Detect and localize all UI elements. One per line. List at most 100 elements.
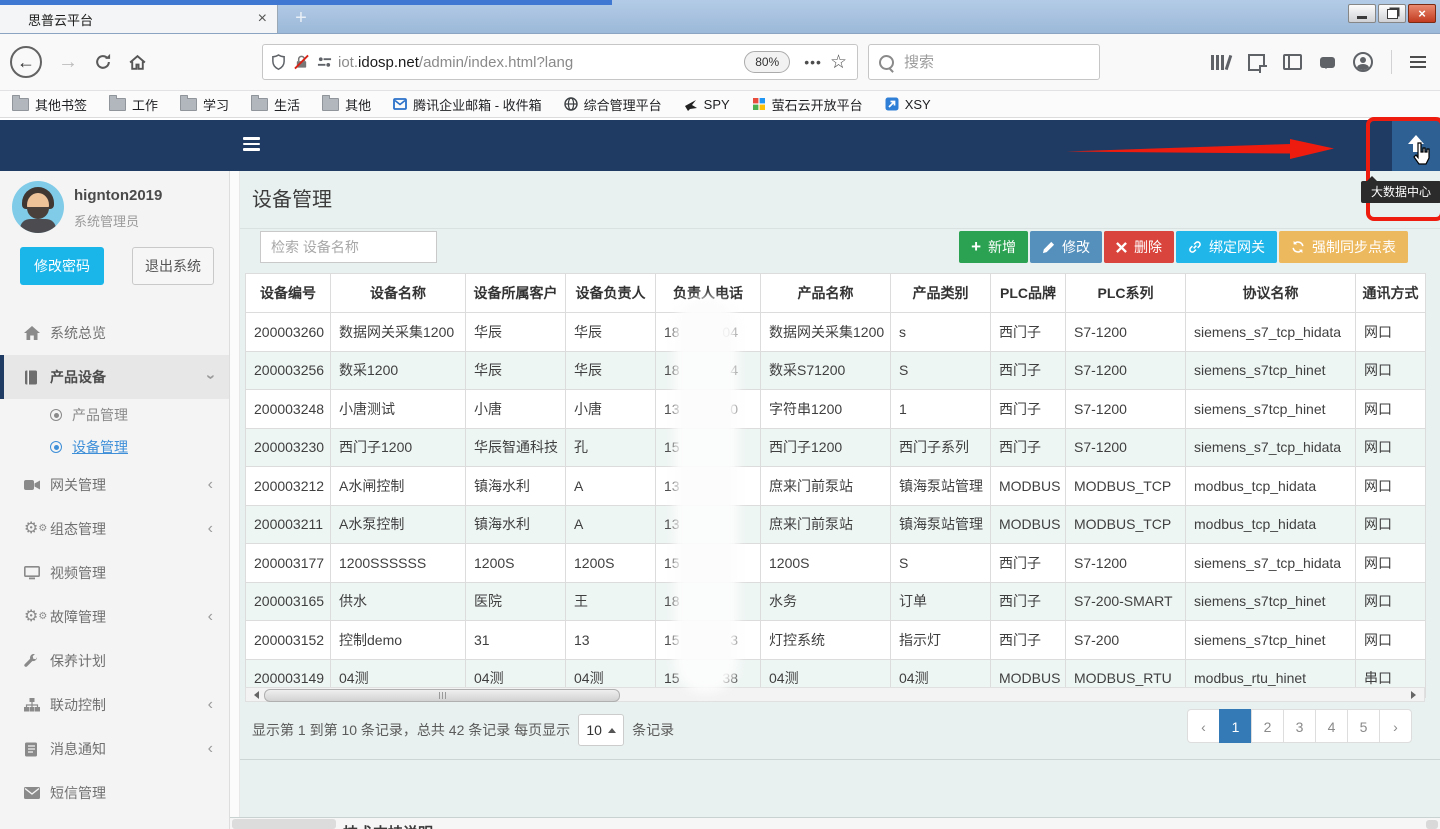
minimize-button[interactable] <box>1348 4 1376 23</box>
pager-prev[interactable]: ‹ <box>1187 709 1220 743</box>
avatar[interactable] <box>12 181 64 233</box>
shield-icon[interactable] <box>271 54 286 71</box>
pager-page-1[interactable]: 1 <box>1219 709 1252 743</box>
bookmark-item[interactable]: 其他 <box>322 95 371 114</box>
sidebar-item-产品设备[interactable]: 产品设备‹ <box>0 355 229 399</box>
pager-page-2[interactable]: 2 <box>1251 709 1284 743</box>
sidebar-scrollbar[interactable] <box>230 171 240 817</box>
dot-circle-icon <box>50 409 62 421</box>
ys-cloud-icon <box>752 97 766 111</box>
table-cell: 200003256 <box>246 351 331 390</box>
sidebar-subitem-产品管理[interactable]: 产品管理 <box>0 399 229 431</box>
browser-search-input[interactable] <box>902 53 1066 72</box>
bookmark-label: 综合管理平台 <box>584 95 662 114</box>
table-cell: 控制demo <box>331 621 466 660</box>
sidebar-item-消息通知[interactable]: 消息通知‹ <box>0 727 229 771</box>
pager-page-4[interactable]: 4 <box>1315 709 1348 743</box>
permissions-icon[interactable] <box>317 55 332 69</box>
button-label: 新增 <box>988 237 1016 257</box>
新增-button[interactable]: +新增 <box>959 231 1028 263</box>
table-cell: S7-1200 <box>1066 544 1186 583</box>
browser-tab[interactable]: 思普云平台 × <box>0 5 278 33</box>
绑定网关-button[interactable]: 绑定网关 <box>1176 231 1277 263</box>
url-text[interactable]: iot.idosp.net/admin/index.html?lang <box>338 54 738 71</box>
bookmark-item[interactable]: 综合管理平台 <box>564 95 662 114</box>
bookmark-item[interactable]: SPY <box>684 97 730 112</box>
bookmark-star-icon[interactable]: ☆ <box>830 51 847 74</box>
library-icon[interactable] <box>1211 55 1230 70</box>
chat-icon[interactable] <box>1320 57 1335 68</box>
scrollbar-thumb[interactable] <box>264 689 620 702</box>
bookmark-item[interactable]: 萤石云开放平台 <box>752 95 863 114</box>
back-button[interactable]: ← <box>10 46 42 78</box>
sidebar-item-视频管理[interactable]: 视频管理 <box>0 551 229 595</box>
table-row[interactable]: 200003260数据网关采集1200华辰华辰1804数据网关采集1200s西门… <box>246 313 1426 352</box>
修改-button[interactable]: 修改 <box>1030 231 1102 263</box>
pager-page-5[interactable]: 5 <box>1347 709 1380 743</box>
强制同步点表-button[interactable]: 强制同步点表 <box>1279 231 1408 263</box>
page-actions-icon[interactable]: ••• <box>804 54 822 70</box>
home-button[interactable] <box>128 54 147 71</box>
caret-up-icon <box>608 728 616 733</box>
account-icon[interactable] <box>1353 52 1373 72</box>
pager-next[interactable]: › <box>1379 709 1412 743</box>
table-row[interactable]: 200003230西门子1200华辰智通科技孔15西门子1200西门子系列西门子… <box>246 428 1426 467</box>
bookmark-item[interactable]: 生活 <box>251 95 300 114</box>
restore-button[interactable] <box>1378 4 1406 23</box>
scroll-right-icon[interactable] <box>1411 691 1420 699</box>
zoom-badge[interactable]: 80% <box>744 51 790 73</box>
bookmark-item[interactable]: 学习 <box>180 95 229 114</box>
table-cell: 网口 <box>1356 351 1426 390</box>
sidebar-subitem-设备管理[interactable]: 设备管理 <box>0 431 229 463</box>
table-row[interactable]: 200003211A水泵控制镇海水利A13庶来门前泵站镇海泵站管理MODBUSM… <box>246 505 1426 544</box>
reload-button[interactable] <box>94 53 112 71</box>
new-tab-button[interactable]: + <box>286 7 316 31</box>
menu-icon[interactable] <box>1410 53 1426 71</box>
sidebar-collapse-icon[interactable] <box>243 137 260 154</box>
screenshot-icon[interactable] <box>1248 54 1265 71</box>
sidebar-item-系统总览[interactable]: 系统总览 <box>0 311 229 355</box>
table-cell: 网口 <box>1356 621 1426 660</box>
pager-page-3[interactable]: 3 <box>1283 709 1316 743</box>
table-row[interactable]: 2000031771200SSSSSS1200S1200S151200SS西门子… <box>246 544 1426 583</box>
sidebar-item-联动控制[interactable]: 联动控制‹ <box>0 683 229 727</box>
table-row[interactable]: 200003165供水医院王18水务订单西门子S7-200-SMARTsieme… <box>246 582 1426 621</box>
redaction-blur <box>674 297 738 694</box>
table-cell: 数采1200 <box>331 351 466 390</box>
lock-crossed-icon[interactable] <box>294 54 309 70</box>
bookmark-item[interactable]: XSY <box>885 97 931 112</box>
sidebar-item-短信管理[interactable]: 短信管理 <box>0 771 229 815</box>
sidebar-item-网关管理[interactable]: 网关管理‹ <box>0 463 229 507</box>
sidebar-item-partial[interactable] <box>0 815 229 829</box>
footer-scrollbar-thumb[interactable] <box>232 819 336 829</box>
table-row[interactable]: 200003248小唐测试小唐小唐130字符串12001西门子S7-1200si… <box>246 390 1426 429</box>
table-row[interactable]: 200003212A水闸控制镇海水利A13庶来门前泵站镇海泵站管理MODBUSM… <box>246 467 1426 506</box>
forward-button[interactable]: → <box>58 51 78 74</box>
column-header: PLC品牌 <box>991 274 1066 313</box>
bookmark-item[interactable]: 其他书签 <box>12 95 87 114</box>
close-button[interactable]: × <box>1408 4 1436 23</box>
envelope-icon <box>24 787 50 799</box>
browser-search[interactable] <box>868 44 1100 80</box>
username: hignton2019 <box>74 187 162 204</box>
删除-button[interactable]: 删除 <box>1104 231 1174 263</box>
sidebar-toggle-icon[interactable] <box>1283 54 1302 70</box>
logout-button[interactable]: 退出系统 <box>132 247 214 285</box>
url-subdomain: iot. <box>338 54 358 71</box>
table-row[interactable]: 200003256数采1200华辰华辰184数采S71200S西门子S7-120… <box>246 351 1426 390</box>
change-password-button[interactable]: 修改密码 <box>20 247 104 285</box>
scroll-left-icon[interactable] <box>250 691 259 699</box>
sidebar-item-保养计划[interactable]: 保养计划 <box>0 639 229 683</box>
url-bar[interactable]: iot.idosp.net/admin/index.html?lang 80% … <box>262 44 858 80</box>
bookmark-item[interactable]: 工作 <box>109 95 158 114</box>
table-row[interactable]: 200003152控制demo3113153灯控系统指示灯西门子S7-200si… <box>246 621 1426 660</box>
browser-navbar: ← → iot.idosp.net/admin/index.html?lang … <box>0 34 1440 91</box>
device-search-input[interactable] <box>260 231 437 263</box>
sidebar-item-组态管理[interactable]: ⚙⚙组态管理‹ <box>0 507 229 551</box>
sidebar-item-故障管理[interactable]: ⚙⚙故障管理‹ <box>0 595 229 639</box>
page-size-select[interactable]: 10 <box>578 714 624 746</box>
cogs-icon: ⚙⚙ <box>24 610 50 624</box>
bookmark-item[interactable]: 腾讯企业邮箱 - 收件箱 <box>393 95 542 114</box>
table-hscrollbar[interactable] <box>245 687 1425 702</box>
tab-close-icon[interactable]: × <box>258 11 267 27</box>
